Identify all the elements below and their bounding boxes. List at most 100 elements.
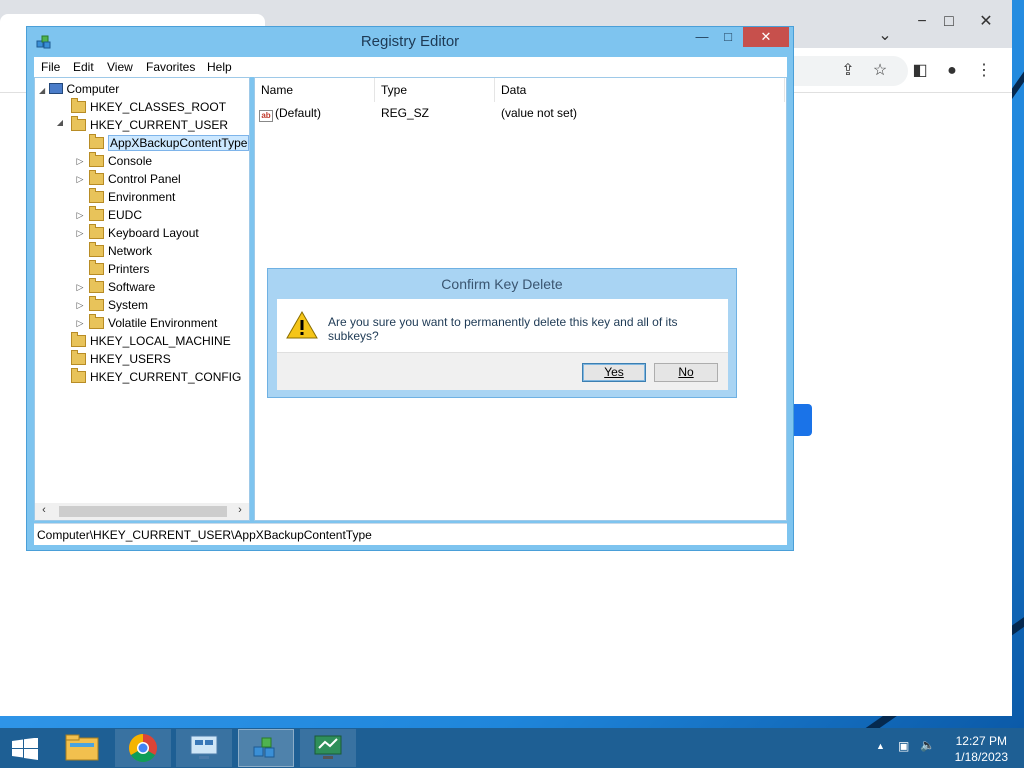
scrollbar-thumb[interactable] — [59, 506, 227, 517]
tree-item-label: HKEY_CURRENT_CONFIG — [90, 370, 242, 384]
tree-item-label: Volatile Environment — [108, 316, 218, 330]
expand-icon[interactable]: ▷ — [75, 318, 85, 329]
chevron-down-icon[interactable]: ⌄ — [873, 26, 897, 46]
value-row[interactable]: ab (Default) — [259, 104, 321, 122]
sidebar-icon[interactable]: ◧ — [908, 61, 932, 81]
value-data: (value not set) — [501, 106, 578, 120]
maximize-icon[interactable]: □ — [937, 12, 961, 32]
tree-item-control-panel[interactable]: Control Panel — [89, 170, 181, 188]
tree-item-environment[interactable]: Environment — [89, 188, 175, 206]
expand-icon[interactable]: ▷ — [75, 156, 85, 167]
dialog-title: Confirm Key Delete — [441, 276, 563, 292]
minimize-button[interactable]: — — [691, 27, 713, 47]
folder-icon — [89, 152, 104, 167]
start-button[interactable] — [0, 729, 50, 767]
remote-desktop-icon — [190, 735, 218, 759]
warning-icon — [286, 310, 318, 339]
taskbar-remote-desktop[interactable] — [176, 729, 232, 767]
menu-bar: File Edit View Favorites Help — [34, 57, 787, 77]
expand-icon[interactable]: ▷ — [75, 300, 85, 311]
folder-icon — [89, 206, 104, 221]
computer-icon — [48, 83, 63, 94]
tree-item-hkey-current-config[interactable]: HKEY_CURRENT_CONFIG — [71, 368, 241, 386]
value-type: REG_SZ — [381, 106, 430, 120]
tree-item-volatile-environment[interactable]: Volatile Environment — [89, 314, 217, 332]
clock-time: 12:27 PM — [955, 734, 1007, 748]
taskbar-chrome[interactable] — [115, 729, 171, 767]
clock[interactable]: 12:27 PM 1/18/2023 — [955, 733, 1008, 765]
star-icon[interactable]: ☆ — [868, 61, 892, 81]
folder-icon — [89, 242, 104, 257]
close-button[interactable]: ✕ — [743, 27, 789, 47]
taskbar-registry-editor[interactable] — [238, 729, 294, 767]
folder-icon — [89, 170, 104, 185]
expand-icon[interactable]: ▷ — [75, 282, 85, 293]
tree-root[interactable]: ◢ Computer — [39, 80, 119, 98]
tree-item-label: HKEY_USERS — [90, 352, 171, 366]
tree-item-hkey-local-machine[interactable]: HKEY_LOCAL_MACHINE — [71, 332, 231, 350]
collapse-icon[interactable]: ◢ — [55, 118, 65, 127]
yes-button[interactable]: Yes — [582, 363, 646, 382]
registry-tree[interactable]: ◢ Computer HKEY_CLASSES_ROOT ◢ HKEY_CURR… — [34, 77, 250, 521]
windows-logo-icon — [12, 738, 38, 760]
menu-help[interactable]: Help — [207, 60, 232, 74]
tree-item-hkey-classes-root[interactable]: HKEY_CLASSES_ROOT — [71, 98, 226, 116]
expand-icon[interactable]: ▷ — [75, 210, 85, 221]
close-icon[interactable]: ✕ — [974, 12, 998, 32]
tree-item-hkey-users[interactable]: HKEY_USERS — [71, 350, 171, 368]
expand-icon[interactable]: ▷ — [75, 228, 85, 239]
folder-icon — [89, 188, 104, 203]
tree-item-eudc[interactable]: EUDC — [89, 206, 142, 224]
menu-file[interactable]: File — [41, 60, 60, 74]
tree-item-network[interactable]: Network — [89, 242, 152, 260]
collapse-icon[interactable]: ◢ — [39, 86, 45, 95]
dialog-body: Are you sure you want to permanently del… — [277, 299, 728, 352]
tree-item-label: Printers — [108, 262, 150, 276]
no-button[interactable]: No — [654, 363, 718, 382]
menu-view[interactable]: View — [107, 60, 133, 74]
maximize-button[interactable]: □ — [717, 27, 739, 47]
dialog-footer: Yes No — [277, 352, 728, 390]
tree-horizontal-scrollbar[interactable]: ‹ › — [35, 503, 249, 520]
tree-item-printers[interactable]: Printers — [89, 260, 149, 278]
taskbar-file-explorer[interactable] — [54, 729, 110, 767]
tree-item-label: HKEY_CURRENT_USER — [90, 118, 229, 132]
network-icon[interactable]: ▣ — [898, 739, 909, 753]
expand-icon[interactable]: ▷ — [75, 174, 85, 185]
volume-icon[interactable]: 🔈 — [920, 738, 935, 752]
tree-item-label: Control Panel — [108, 172, 181, 186]
column-header-name[interactable]: Name — [255, 78, 375, 102]
folder-icon — [71, 98, 86, 113]
status-path: Computer\HKEY_CURRENT_USER\AppXBackupCon… — [37, 528, 372, 542]
tree-item-console[interactable]: Console — [89, 152, 152, 170]
confirm-key-delete-dialog[interactable]: Confirm Key Delete Are you sure you want… — [267, 268, 737, 398]
minimize-icon[interactable]: − — [910, 12, 934, 32]
tree-item-hkey-current-user[interactable]: HKEY_CURRENT_USER — [71, 116, 228, 134]
share-icon[interactable]: ⇪ — [836, 61, 860, 81]
taskbar-network-app[interactable] — [300, 729, 356, 767]
chrome-icon — [129, 734, 157, 762]
window-title: Registry Editor — [360, 33, 460, 50]
page-button-edge[interactable] — [792, 404, 812, 436]
scroll-right-icon[interactable]: › — [233, 504, 247, 516]
column-header-data[interactable]: Data — [495, 78, 785, 102]
edge-letter-d: D — [0, 164, 9, 178]
folder-icon — [71, 350, 86, 365]
menu-favorites[interactable]: Favorites — [146, 60, 195, 74]
show-hidden-icons-icon[interactable]: ▲ — [876, 741, 885, 751]
clock-date: 1/18/2023 — [954, 750, 1008, 764]
tree-item-label: Network — [108, 244, 153, 258]
tree-item-appxbackupcontenttype[interactable]: AppXBackupContentType — [89, 134, 250, 152]
folder-icon — [71, 116, 86, 131]
profile-icon[interactable]: ● — [940, 61, 964, 81]
folder-icon — [71, 332, 86, 347]
tree-item-system[interactable]: System — [89, 296, 148, 314]
string-value-icon: ab — [259, 110, 273, 122]
tree-item-keyboard-layout[interactable]: Keyboard Layout — [89, 224, 199, 242]
scroll-left-icon[interactable]: ‹ — [37, 504, 51, 516]
menu-edit[interactable]: Edit — [73, 60, 94, 74]
column-header-type[interactable]: Type — [375, 78, 495, 102]
tree-item-software[interactable]: Software — [89, 278, 155, 296]
edge-letter-m: M — [0, 60, 10, 74]
more-icon[interactable]: ⋮ — [972, 61, 996, 81]
